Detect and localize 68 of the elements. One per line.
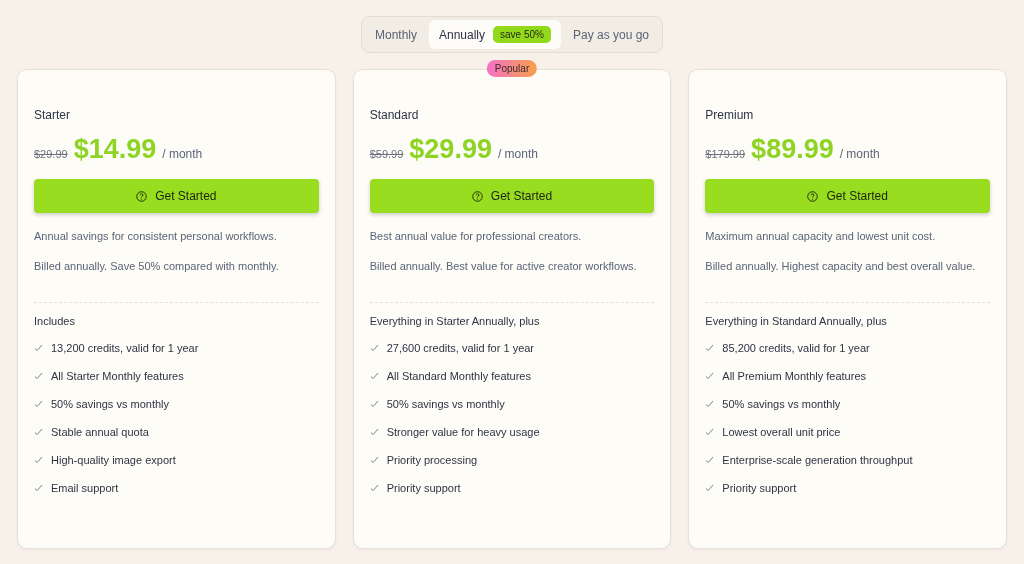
check-icon <box>705 456 715 464</box>
check-icon <box>369 400 379 408</box>
plan-price: $89.99 <box>751 134 834 165</box>
feature-item: Stronger value for heavy usage <box>386 425 540 439</box>
feature-item: 85,200 credits, valid for 1 year <box>722 341 870 355</box>
feature-item: Lowest overall unit price <box>722 425 841 439</box>
check-icon <box>34 484 43 492</box>
question-circle-icon <box>136 190 148 202</box>
original-price: $29.99 <box>34 148 68 160</box>
billing-note: Billed annually. Highest capacity and best overall value. <box>705 260 977 272</box>
check-icon <box>705 484 715 492</box>
plan-description: Best annual value for professional creators. <box>369 230 583 242</box>
check-icon <box>705 372 715 380</box>
feature-item: 27,600 credits, valid for 1 year <box>386 341 535 355</box>
feature-item: 50% savings vs monthly <box>51 397 169 411</box>
question-circle-icon <box>807 190 819 202</box>
billing-note: Billed annually. Save 50% compared with monthly. <box>34 260 280 272</box>
get-started-button[interactable]: Get Started <box>369 179 655 213</box>
feature-item: 13,200 credits, valid for 1 year <box>51 341 199 355</box>
price-period: / month <box>162 147 203 161</box>
original-price: $59.99 <box>369 148 404 160</box>
feature-item: Priority support <box>722 481 797 495</box>
check-icon <box>369 372 379 380</box>
check-icon <box>369 344 379 352</box>
popular-badge: Popular <box>486 60 538 77</box>
check-icon <box>34 372 43 380</box>
feature-item: 50% savings vs monthly <box>722 397 841 411</box>
original-price: $179.99 <box>705 148 746 160</box>
features-heading: Everything in Standard Annually, plus <box>705 315 888 327</box>
plan-price: $29.99 <box>409 134 492 165</box>
plan-name: Starter <box>34 108 71 122</box>
check-icon <box>34 456 43 464</box>
feature-item: High-quality image export <box>51 453 176 467</box>
feature-item: All Starter Monthly features <box>51 369 184 383</box>
billing-tab[interactable]: Monthly <box>364 21 427 48</box>
plan-name: Standard <box>369 108 420 122</box>
check-icon <box>34 428 43 436</box>
feature-item: All Premium Monthly features <box>722 369 866 383</box>
plan-description: Annual savings for consistent personal workflows. <box>34 230 278 242</box>
billing-tab[interactable]: Pay as you go <box>562 21 659 48</box>
check-icon <box>705 428 715 436</box>
feature-item: Priority support <box>386 481 461 495</box>
plan-description: Maximum annual capacity and lowest unit cost. <box>705 230 937 242</box>
feature-item: Priority processing <box>386 453 478 467</box>
check-icon <box>369 484 379 492</box>
get-started-button[interactable]: Get Started <box>34 179 319 213</box>
check-icon <box>34 344 43 352</box>
feature-item: Enterprise-scale generation throughput <box>722 453 913 467</box>
features-heading: Everything in Starter Annually, plus <box>369 315 541 327</box>
discount-badge: save 50% <box>493 26 551 43</box>
billing-note: Billed annually. Best value for active creator workflows. <box>369 260 638 272</box>
check-icon <box>705 344 715 352</box>
features-heading: Includes <box>34 315 76 327</box>
feature-item: Email support <box>51 481 119 495</box>
plan-price: $14.99 <box>73 134 157 165</box>
feature-item: Stable annual quota <box>51 425 149 439</box>
feature-item: 50% savings vs monthly <box>386 397 505 411</box>
price-period: / month <box>497 147 538 161</box>
check-icon <box>369 428 379 436</box>
plan-name: Premium <box>705 108 755 122</box>
question-circle-icon <box>471 190 483 202</box>
feature-item: All Standard Monthly features <box>386 369 531 383</box>
check-icon <box>369 456 379 464</box>
check-icon <box>705 400 715 408</box>
get-started-button[interactable]: Get Started <box>705 179 990 213</box>
billing-tab[interactable]: Annually save 50% <box>429 20 561 49</box>
price-period: / month <box>839 147 880 161</box>
check-icon <box>34 400 43 408</box>
